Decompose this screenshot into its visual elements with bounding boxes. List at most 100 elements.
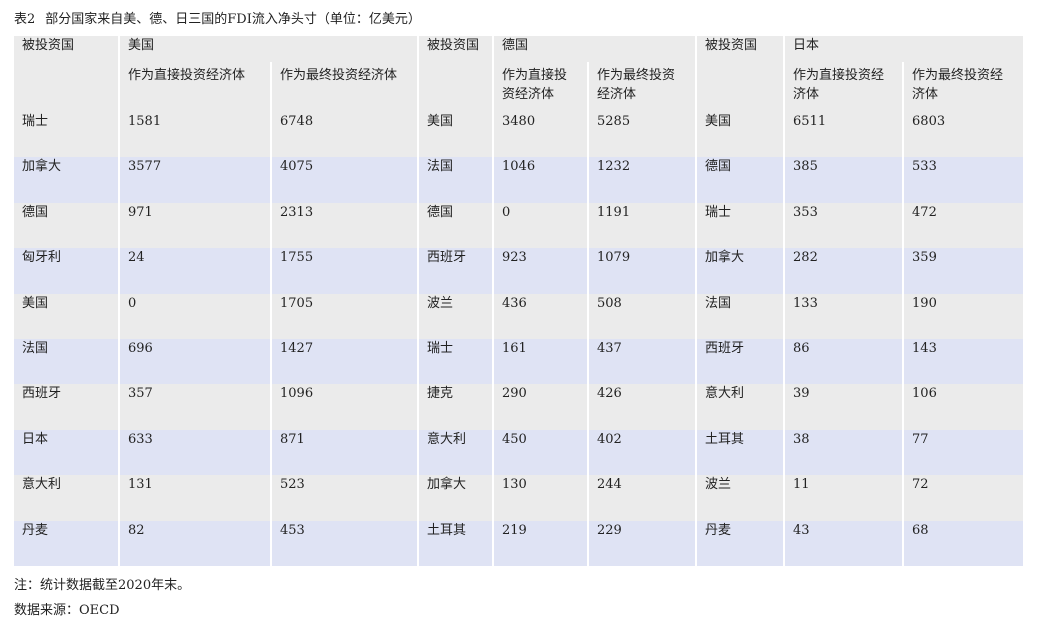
cell-us-direct: 696 (119, 338, 272, 385)
cell-jp-host: 土耳其 (696, 429, 786, 476)
cell-de-host: 意大利 (418, 429, 495, 476)
us-final-header: 作为最终投资经济体 (271, 62, 420, 112)
cell-jp-host: 意大利 (696, 384, 786, 430)
cell-de-host: 捷克 (418, 384, 495, 430)
cell-us-direct: 24 (119, 248, 272, 294)
table-row: 日本 633 871 意大利 450 402 土耳其 38 77 (14, 429, 1024, 476)
table-row: 美国 0 1705 波兰 436 508 法国 133 190 (14, 293, 1024, 339)
cell-us-final: 453 (271, 520, 420, 566)
cell-de-host: 法国 (418, 157, 495, 203)
cell-jp-direct: 86 (784, 338, 905, 385)
cell-us-host: 瑞士 (14, 112, 120, 158)
cell-us-host: 德国 (14, 202, 120, 249)
cell-de-host: 瑞士 (418, 338, 495, 385)
cell-us-final: 4075 (271, 157, 420, 203)
cell-de-direct: 290 (493, 384, 590, 430)
fdi-table: 被投资国 美国 被投资国 德国 被投资国 日本 作为直接投资经济体 作为最终投资… (14, 36, 1024, 566)
table-title-text: 部分国家来自美、德、日三国的FDI流入净头寸（单位：亿美元） (45, 12, 421, 27)
cell-us-host: 西班牙 (14, 384, 120, 430)
cell-de-direct: 436 (493, 293, 590, 339)
cell-de-host: 美国 (418, 112, 495, 158)
cell-de-final: 244 (588, 475, 698, 521)
table-row: 德国 971 2313 德国 0 1191 瑞士 353 472 (14, 202, 1024, 249)
cell-us-direct: 3577 (119, 157, 272, 203)
de-direct-header: 作为直接投资经济体 (493, 62, 590, 112)
cell-us-final: 523 (271, 475, 420, 521)
cell-de-direct: 130 (493, 475, 590, 521)
cell-us-final: 6748 (271, 112, 420, 158)
cell-us-final: 871 (271, 429, 420, 476)
cell-us-final: 1096 (271, 384, 420, 430)
cell-us-final: 2313 (271, 202, 420, 249)
cell-jp-final: 106 (903, 384, 1024, 430)
cell-us-host: 美国 (14, 293, 120, 339)
cell-jp-host: 加拿大 (696, 248, 786, 294)
cell-de-final: 437 (588, 338, 698, 385)
cell-us-direct: 971 (119, 202, 272, 249)
cell-jp-direct: 282 (784, 248, 905, 294)
cell-de-final: 426 (588, 384, 698, 430)
cell-jp-direct: 6511 (784, 112, 905, 158)
table-row: 法国 696 1427 瑞士 161 437 西班牙 86 143 (14, 338, 1024, 385)
cell-jp-final: 359 (903, 248, 1024, 294)
group-header-de: 德国 (493, 36, 698, 62)
cell-us-host: 匈牙利 (14, 248, 120, 294)
cell-jp-final: 77 (903, 429, 1024, 476)
cell-de-final: 1079 (588, 248, 698, 294)
cell-de-host: 加拿大 (418, 475, 495, 521)
header-row-measures: 作为直接投资经济体 作为最终投资经济体 作为直接投资经济体 作为最终投资经济体 … (14, 62, 1024, 112)
cell-jp-direct: 39 (784, 384, 905, 430)
cell-de-final: 5285 (588, 112, 698, 158)
cell-us-direct: 82 (119, 520, 272, 566)
cell-jp-final: 6803 (903, 112, 1024, 158)
cell-us-direct: 357 (119, 384, 272, 430)
cell-jp-direct: 133 (784, 293, 905, 339)
table-row: 丹麦 82 453 土耳其 219 229 丹麦 43 68 (14, 520, 1024, 566)
cell-de-host: 西班牙 (418, 248, 495, 294)
cell-de-host: 德国 (418, 202, 495, 249)
footnote: 注：统计数据截至2020年末。 (14, 578, 191, 593)
cell-jp-direct: 43 (784, 520, 905, 566)
cell-de-direct: 0 (493, 202, 590, 249)
host-header-us: 被投资国 (14, 36, 120, 112)
jp-final-header: 作为最终投资经济体 (903, 62, 1024, 112)
cell-de-final: 402 (588, 429, 698, 476)
cell-de-direct: 923 (493, 248, 590, 294)
de-final-header: 作为最终投资经济体 (588, 62, 698, 112)
cell-jp-host: 波兰 (696, 475, 786, 521)
cell-us-final: 1755 (271, 248, 420, 294)
cell-de-direct: 219 (493, 520, 590, 566)
cell-us-direct: 633 (119, 429, 272, 476)
cell-de-host: 波兰 (418, 293, 495, 339)
cell-de-final: 229 (588, 520, 698, 566)
cell-us-host: 丹麦 (14, 520, 120, 566)
cell-us-final: 1427 (271, 338, 420, 385)
us-direct-header: 作为直接投资经济体 (119, 62, 272, 112)
cell-de-direct: 450 (493, 429, 590, 476)
cell-us-host: 日本 (14, 429, 120, 476)
cell-us-final: 1705 (271, 293, 420, 339)
cell-us-host: 加拿大 (14, 157, 120, 203)
cell-de-final: 1232 (588, 157, 698, 203)
cell-jp-final: 472 (903, 202, 1024, 249)
cell-jp-final: 143 (903, 338, 1024, 385)
jp-direct-header: 作为直接投资经济体 (784, 62, 905, 112)
cell-us-direct: 1581 (119, 112, 272, 158)
cell-jp-final: 190 (903, 293, 1024, 339)
cell-us-host: 意大利 (14, 475, 120, 521)
cell-de-direct: 3480 (493, 112, 590, 158)
table-row: 西班牙 357 1096 捷克 290 426 意大利 39 106 (14, 384, 1024, 430)
cell-jp-direct: 385 (784, 157, 905, 203)
cell-jp-direct: 38 (784, 429, 905, 476)
cell-jp-final: 68 (903, 520, 1024, 566)
cell-de-host: 土耳其 (418, 520, 495, 566)
host-header-de: 被投资国 (418, 36, 495, 112)
cell-jp-host: 美国 (696, 112, 786, 158)
cell-jp-host: 丹麦 (696, 520, 786, 566)
cell-jp-host: 瑞士 (696, 202, 786, 249)
cell-de-direct: 1046 (493, 157, 590, 203)
cell-us-host: 法国 (14, 338, 120, 385)
cell-jp-host: 法国 (696, 293, 786, 339)
table-row: 匈牙利 24 1755 西班牙 923 1079 加拿大 282 359 (14, 248, 1024, 294)
group-header-jp: 日本 (784, 36, 1024, 62)
